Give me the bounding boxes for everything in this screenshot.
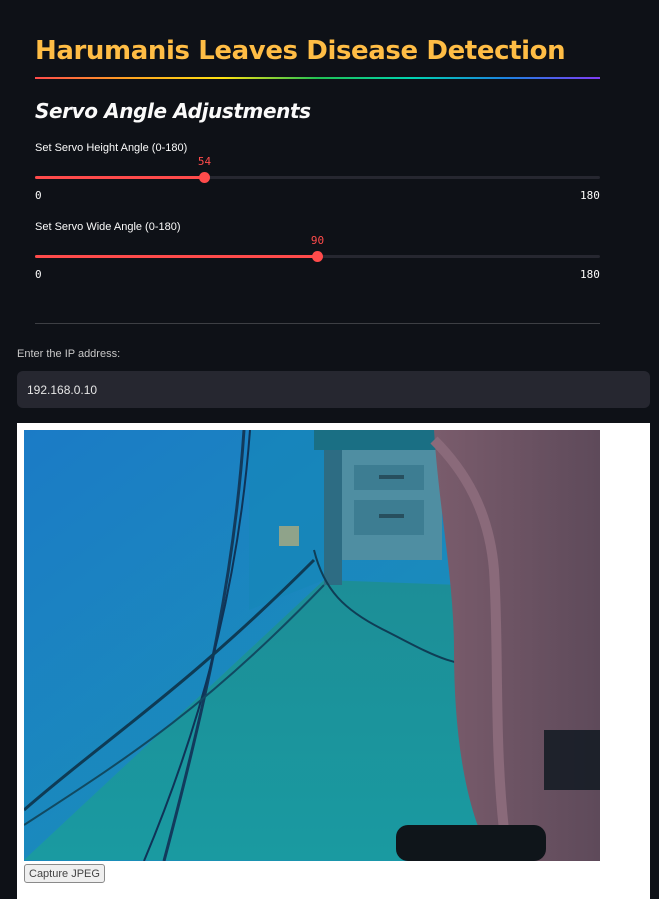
servo-subheader: Servo Angle Adjustments [35, 99, 311, 123]
servo-wide-slider-fill [35, 255, 318, 258]
servo-height-slider[interactable]: 54 [35, 155, 600, 183]
servo-height-min: 0 [35, 189, 42, 202]
servo-wide-min: 0 [35, 268, 42, 281]
page-title: Harumanis Leaves Disease Detection [35, 36, 566, 66]
servo-height-slider-fill [35, 176, 205, 179]
servo-wide-value: 90 [310, 234, 325, 247]
servo-height-slider-thumb[interactable] [199, 172, 210, 183]
servo-height-value: 54 [197, 155, 212, 168]
camera-stream-image [24, 430, 600, 861]
capture-jpeg-button[interactable]: Capture JPEG [24, 864, 105, 883]
servo-wide-label: Set Servo Wide Angle (0-180) [35, 221, 181, 233]
ip-address-label: Enter the IP address: [17, 348, 121, 360]
camera-frame: Capture JPEG [17, 423, 650, 899]
title-divider [35, 77, 600, 79]
ip-address-input[interactable] [17, 371, 650, 408]
servo-height-label: Set Servo Height Angle (0-180) [35, 142, 188, 154]
servo-wide-slider-thumb[interactable] [312, 251, 323, 262]
servo-wide-max: 180 [580, 268, 600, 281]
section-divider [35, 323, 600, 324]
servo-height-max: 180 [580, 189, 600, 202]
servo-wide-slider[interactable]: 90 [35, 234, 600, 262]
